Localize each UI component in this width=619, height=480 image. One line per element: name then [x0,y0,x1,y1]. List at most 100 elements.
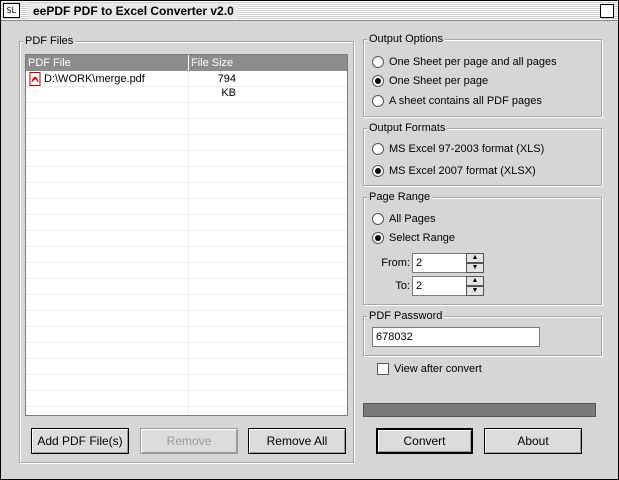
app-icon[interactable]: SL [3,3,20,18]
radio-button[interactable] [372,95,384,107]
from-stepper[interactable]: ▲ ▼ [466,253,484,273]
output-options-group: Output Options One Sheet per page and al… [363,32,602,117]
radio-label: One Sheet per page [389,75,489,87]
radio-label: MS Excel 97-2003 format (XLS) [389,143,545,155]
column-separator [188,231,189,247]
radio-label: One Sheet per page and all pages [389,56,557,68]
empty-row [26,247,347,263]
empty-row [26,343,347,359]
arrow-down-icon[interactable]: ▼ [466,263,484,273]
empty-row [26,167,347,183]
page-range-group: Page Range All Pages Select Range From: … [363,190,602,305]
empty-row [26,375,347,391]
column-separator [188,375,189,391]
empty-row [26,231,347,247]
output-options-group-label: Output Options [367,32,445,46]
empty-row [26,135,347,151]
column-separator [188,199,189,215]
column-separator [188,135,189,151]
pdf-password-input[interactable]: 678032 [372,327,540,347]
arrow-down-icon[interactable]: ▼ [466,286,484,296]
column-separator [188,183,189,199]
column-separator [188,247,189,263]
pdf-files-group-label: PDF Files [23,34,76,48]
close-icon[interactable] [600,4,614,18]
column-separator [188,343,189,359]
empty-row [26,183,347,199]
column-separator [188,311,189,327]
empty-row [26,151,347,167]
radio-label: A sheet contains all PDF pages [389,95,542,107]
radio-button[interactable] [372,75,384,87]
arrow-up-icon[interactable]: ▲ [466,276,484,286]
column-header-pdf-file[interactable]: PDF File [26,55,189,71]
empty-row [26,87,347,103]
column-separator [188,103,189,119]
to-field[interactable]: 2 [412,276,467,296]
convert-button[interactable]: Convert [376,428,473,454]
view-after-convert-label: View after convert [394,363,482,375]
column-separator [188,167,189,183]
empty-row [26,263,347,279]
remove-all-button[interactable]: Remove All [248,428,346,454]
column-separator [188,263,189,279]
empty-row [26,391,347,407]
file-size-cell: 794 KB [217,73,236,99]
empty-row [26,199,347,215]
column-separator [188,119,189,135]
output-formats-group: Output Formats MS Excel 97-2003 format (… [363,121,602,186]
empty-row [26,327,347,343]
app-window: SL eePDF PDF to Excel Converter v2.0 PDF… [0,0,619,480]
empty-row [26,215,347,231]
column-separator [188,391,189,407]
column-header-file-size[interactable]: File Size [189,55,347,71]
empty-row [26,359,347,375]
from-field[interactable]: 2 [412,253,467,273]
radio-label: MS Excel 2007 format (XLSX) [389,165,536,177]
progress-bar [363,403,596,417]
file-name-text: D:\WORK\merge.pdf [44,73,145,85]
window-title: eePDF PDF to Excel Converter v2.0 [29,3,238,19]
radio-label: All Pages [389,213,436,225]
arrow-up-icon[interactable]: ▲ [466,253,484,263]
empty-row [26,311,347,327]
table-row[interactable]: D:\WORK\merge.pdf 794 KB [26,71,347,99]
radio-button[interactable] [372,143,384,155]
empty-row [26,279,347,295]
pdf-password-group: PDF Password 678032 [363,309,602,356]
radio-button[interactable] [372,232,384,244]
column-separator [188,327,189,343]
radio-button[interactable] [372,213,384,225]
from-label: From: [381,257,410,269]
column-separator [188,359,189,375]
add-pdf-files-button[interactable]: Add PDF File(s) [31,428,129,454]
title-bar[interactable]: SL eePDF PDF to Excel Converter v2.0 [1,1,618,21]
view-after-convert-checkbox[interactable] [377,363,389,375]
pdf-file-list[interactable]: PDF File File Size D:\WORK\merge.pdf 794… [25,54,348,416]
page-range-group-label: Page Range [367,190,433,204]
column-separator [188,71,189,87]
column-separator [188,295,189,311]
radio-button[interactable] [372,165,384,177]
to-stepper[interactable]: ▲ ▼ [466,276,484,296]
radio-button[interactable] [372,56,384,68]
empty-row [26,407,347,415]
column-separator [188,407,189,415]
column-separator [188,215,189,231]
output-formats-group-label: Output Formats [367,121,448,135]
column-separator [188,87,189,103]
empty-row [26,295,347,311]
empty-row [26,119,347,135]
empty-row [26,103,347,119]
pdf-file-icon [29,72,41,86]
remove-button[interactable]: Remove [140,428,238,454]
column-separator [188,279,189,295]
pdf-password-group-label: PDF Password [367,309,445,323]
to-label: To: [395,280,410,292]
list-header: PDF File File Size [26,55,347,71]
list-rows: D:\WORK\merge.pdf 794 KB [26,71,347,415]
column-separator [188,151,189,167]
about-button[interactable]: About [484,428,582,454]
file-name-cell: D:\WORK\merge.pdf [28,72,145,86]
radio-label: Select Range [389,232,456,244]
